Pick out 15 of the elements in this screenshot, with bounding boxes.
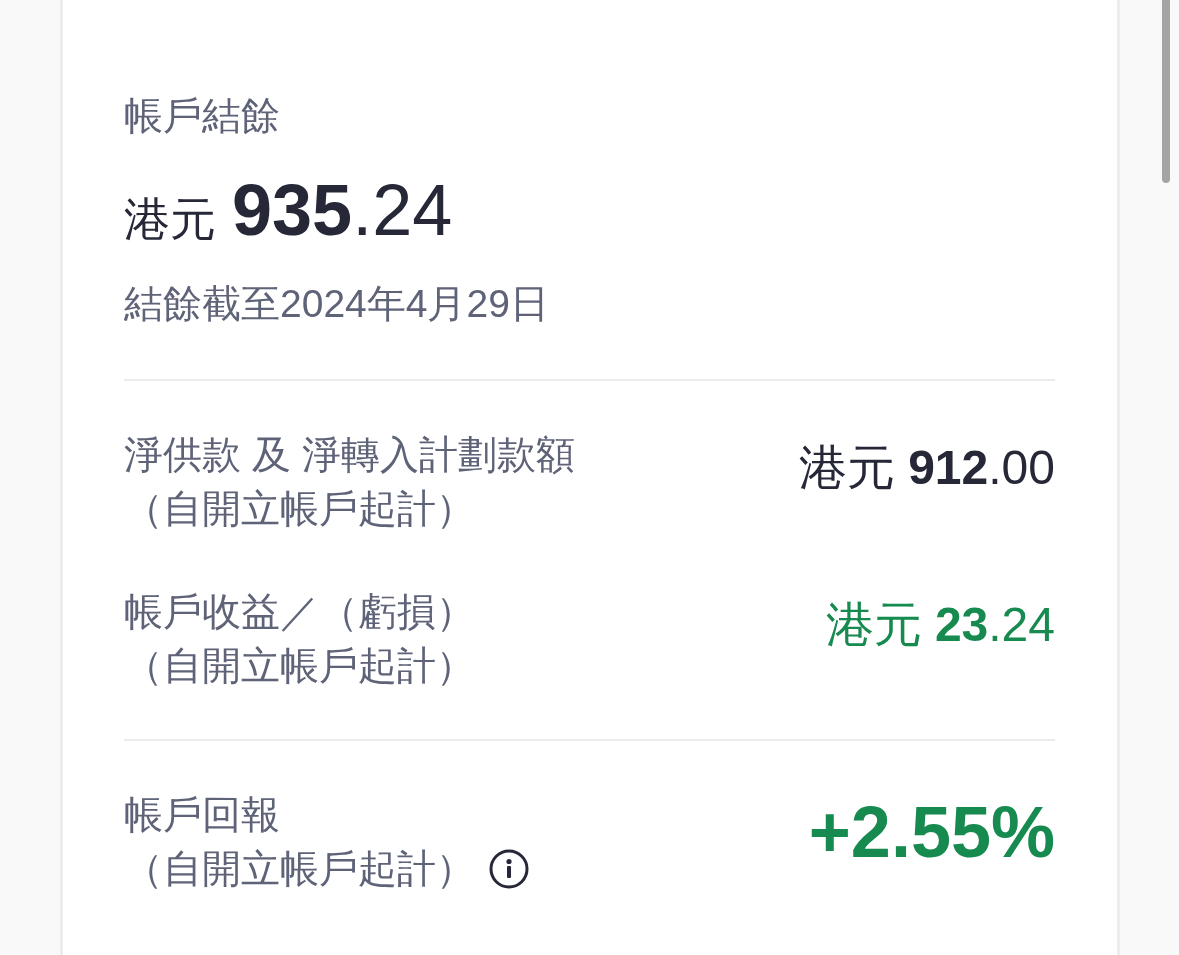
amount-value: 港元 23.24	[825, 601, 1055, 649]
scrollbar-thumb[interactable]	[1162, 0, 1170, 183]
balance-label: 帳戶結餘	[124, 93, 281, 139]
row-label: 淨供款 及 淨轉入計劃款額	[124, 432, 575, 478]
info-icon[interactable]	[489, 849, 529, 889]
row-note: （自開立帳戶起計）	[124, 643, 475, 689]
currency-label: 港元	[124, 196, 216, 242]
amount-value: 港元 912.00	[798, 444, 1055, 492]
return-value: +2.55%	[808, 796, 1055, 868]
row-label: 帳戶收益／（虧損）	[124, 589, 475, 635]
return-label: 帳戶回報	[124, 792, 281, 838]
row-note: （自開立帳戶起計）	[124, 486, 476, 532]
row-note: （自開立帳戶起計）	[124, 846, 475, 892]
balance-date: 結餘截至2024年4月29日	[124, 281, 550, 327]
balance-amount: 935.24	[232, 174, 453, 246]
